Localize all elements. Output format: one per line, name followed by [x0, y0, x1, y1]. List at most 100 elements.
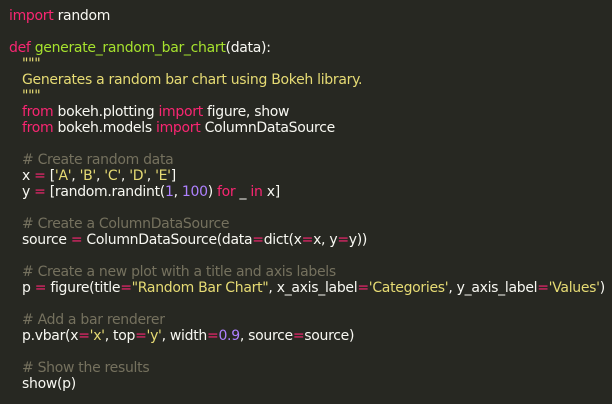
code-token: from — [22, 120, 54, 136]
code-line: x = ['A', 'B', 'C', 'D', 'E'] — [9, 168, 612, 184]
code-token: = — [78, 328, 90, 344]
code-token: 'C' — [104, 168, 121, 184]
code-token: # Create random data — [22, 152, 174, 168]
code-editor[interactable]: import random def generate_random_bar_cha… — [0, 0, 612, 404]
code-token: import — [155, 120, 201, 136]
code-token: """ — [22, 56, 41, 72]
code-token: = — [34, 280, 47, 296]
code-line: # Create a new plot with a title and axi… — [9, 264, 612, 280]
code-token: 1 — [164, 184, 174, 200]
code-token: def — [9, 40, 31, 56]
code-token: , — [120, 168, 130, 184]
code-token: """ — [22, 88, 41, 104]
code-token: = — [292, 328, 305, 344]
code-token: x — [22, 168, 35, 184]
code-token: = — [70, 232, 83, 248]
code-token: in — [250, 184, 263, 200]
code-token: import — [9, 8, 54, 24]
code-token: , width — [161, 328, 208, 344]
code-token: 100 — [181, 184, 208, 200]
code-token: , top — [104, 328, 136, 344]
code-token: 'x' — [89, 328, 105, 344]
code-token: , source — [239, 328, 293, 344]
code-token: x, y — [313, 232, 338, 248]
code-token: ] — [170, 168, 176, 184]
code-token: = — [357, 280, 369, 296]
code-token: = — [135, 328, 147, 344]
code-token: = — [252, 232, 264, 248]
code-token: y)) — [348, 232, 368, 248]
code-token: = — [120, 280, 132, 296]
code-token: , y_axis_label — [448, 280, 538, 296]
code-token: (data): — [225, 40, 271, 56]
code-token: from — [22, 104, 54, 120]
code-token: ColumnDataSource(data — [82, 232, 253, 248]
code-token: 'y' — [146, 328, 162, 344]
code-line: show(p) — [9, 376, 612, 392]
code-line: source = ColumnDataSource(data=dict(x=x,… — [9, 232, 612, 248]
code-token: # Add a bar renderer — [22, 312, 165, 328]
code-token: ColumnDataSource — [200, 120, 336, 136]
code-token: p — [22, 280, 35, 296]
code-token: ) — [207, 184, 218, 200]
code-line: # Create random data — [9, 152, 612, 168]
code-token: 'D' — [129, 168, 147, 184]
code-token: # Create a new plot with a title and axi… — [22, 264, 336, 280]
code-line: # Create a ColumnDataSource — [9, 216, 612, 232]
code-line: y = [random.randint(1, 100) for _ in x] — [9, 184, 612, 200]
code-line: # Show the results — [9, 360, 612, 376]
code-token: p.vbar(x — [22, 328, 79, 344]
code-line: p.vbar(x='x', top='y', width=0.9, source… — [9, 328, 612, 344]
code-token: ) — [599, 280, 605, 296]
code-line: """ — [9, 88, 612, 104]
code-token: 'A' — [54, 168, 72, 184]
code-token: , — [173, 184, 182, 200]
code-token: = — [537, 280, 549, 296]
code-token: show(p) — [22, 376, 76, 392]
code-line: from bokeh.models import ColumnDataSourc… — [9, 120, 612, 136]
code-token: [ — [45, 168, 55, 184]
code-line: def generate_random_bar_chart(data): — [9, 40, 612, 56]
code-token: import — [158, 104, 203, 120]
code-token: random — [53, 8, 111, 24]
code-token: , — [71, 168, 80, 184]
code-line: # Add a bar renderer — [9, 312, 612, 328]
code-token: = — [207, 328, 219, 344]
code-token: 0.9 — [218, 328, 240, 344]
code-line: Generates a random bar chart using Bokeh… — [9, 72, 612, 88]
code-line: """ — [9, 56, 612, 72]
code-token: for — [217, 184, 236, 200]
code-token: = — [34, 168, 46, 184]
code-token: Generates a random bar chart using Bokeh… — [22, 72, 363, 88]
code-token: # Show the results — [22, 360, 150, 376]
code-token: 'Categories' — [368, 280, 449, 296]
code-token: figure, show — [202, 104, 290, 120]
code-token: bokeh.models — [53, 120, 156, 136]
code-line: p = figure(title="Random Bar Chart", x_a… — [9, 280, 612, 296]
code-token: "Random Bar Chart" — [131, 280, 269, 296]
code-token: source — [22, 232, 71, 248]
code-token: x] — [262, 184, 280, 200]
code-token: source) — [304, 328, 355, 344]
code-token: [random.randint( — [45, 184, 166, 200]
code-token: figure(title — [46, 280, 121, 296]
code-token: 'Values' — [548, 280, 600, 296]
code-token: _ — [235, 184, 251, 200]
code-token: = — [301, 232, 314, 248]
code-token: 'B' — [79, 168, 97, 184]
code-line: from bokeh.plotting import figure, show — [9, 104, 612, 120]
code-token: bokeh.plotting — [53, 104, 159, 120]
code-token: 'E' — [155, 168, 171, 184]
code-token: dict(x — [263, 232, 302, 248]
code-line: import random — [9, 8, 612, 24]
code-token: , — [146, 168, 156, 184]
code-token: # Create a ColumnDataSource — [22, 216, 230, 232]
code-token: , x_axis_label — [268, 280, 358, 296]
code-token: generate_random_bar_chart — [34, 40, 226, 56]
